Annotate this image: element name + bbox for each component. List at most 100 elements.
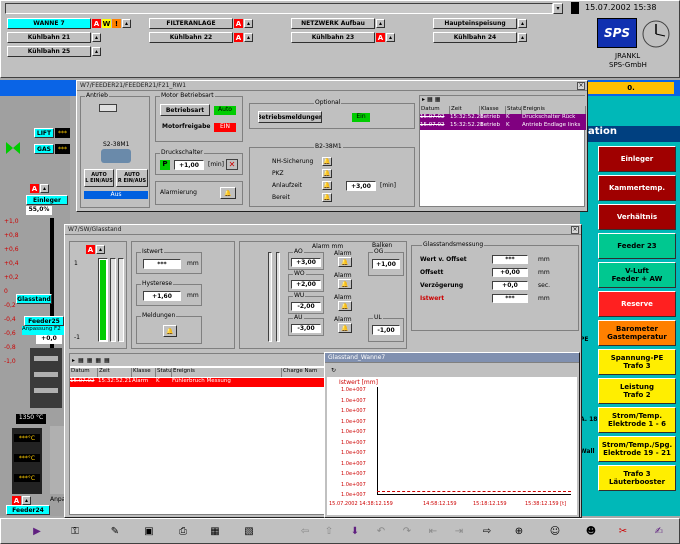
glasstand-button[interactable]: Glasstand [16, 294, 52, 304]
einleger-button[interactable]: Einleger [26, 195, 68, 205]
refresh-icon[interactable]: ↻ [331, 367, 336, 374]
auto-l-button[interactable]: AUTO L EIN/AUS [84, 169, 114, 187]
tab-k21-more[interactable]: ▴ [92, 33, 101, 42]
nav-button[interactable]: Einleger [598, 146, 676, 172]
bell-icon[interactable]: 🔔 [338, 323, 352, 333]
dropdown-button[interactable]: ▾ [553, 3, 563, 14]
toolbar-icon[interactable]: ▦ [87, 357, 93, 364]
nav-button[interactable]: V-Luft Feeder + AW [598, 262, 676, 288]
arrow-left-icon[interactable]: ⇦ [297, 523, 313, 539]
measure-value[interactable]: +0,00 [492, 268, 528, 277]
og-value[interactable]: +1,00 [372, 259, 400, 269]
table-row[interactable]: 15.07.02 15:32:52.21 Betrieb K Antrieb E… [420, 122, 586, 130]
bell-icon[interactable]: 🔔 [322, 181, 332, 190]
limit-value[interactable]: +3,00 [291, 258, 321, 267]
close-icon[interactable]: × [571, 226, 579, 234]
tab-kuehlbahn23[interactable]: Kühlbahn 23 [291, 32, 375, 43]
column-header[interactable]: Status [506, 106, 522, 114]
column-header[interactable]: Zeit [450, 106, 480, 114]
undo-icon[interactable]: ↶ [373, 523, 389, 539]
tab-filteranlage[interactable]: FILTERANLAGE [149, 18, 233, 29]
tab-kuehlbahn21[interactable]: Kühlbahn 21 [7, 32, 91, 43]
column-header[interactable]: Datum [70, 368, 98, 377]
bell-icon[interactable]: 🔔 [338, 257, 352, 267]
tab-kuehlbahn25[interactable]: Kühlbahn 25 [7, 46, 91, 57]
tab-haupteinspeisung[interactable]: Haupteinspeisung [433, 18, 517, 29]
column-header[interactable]: Status [156, 368, 172, 377]
ul-value[interactable]: -1,00 [372, 325, 400, 335]
column-header[interactable]: Ereignis [172, 368, 282, 377]
toolbar-icon[interactable]: ▦ [104, 357, 110, 364]
column-header[interactable]: Ereignis [522, 106, 586, 114]
people-icon[interactable]: ☺ [547, 523, 563, 539]
nav-button[interactable]: Reserve [598, 291, 676, 317]
sign-icon[interactable]: ✍ [651, 523, 667, 539]
zoom-icon[interactable]: ⊕ [511, 523, 527, 539]
tab-netzwerk[interactable]: NETZWERK Aufbau [291, 18, 375, 29]
limit-value[interactable]: -3,00 [291, 324, 321, 333]
tab-k23-more[interactable]: ▴ [386, 33, 395, 42]
measure-value[interactable]: +0,0 [492, 281, 528, 290]
nav-button[interactable]: Kammertemp. [598, 175, 676, 201]
forward-icon[interactable]: ⇥ [451, 523, 467, 539]
arrow-down-icon[interactable]: ⬇ [347, 523, 363, 539]
bell-icon[interactable]: 🔔 [338, 301, 352, 311]
nav-button[interactable]: Trafo 3 Läuterbooster [598, 465, 676, 491]
nav-button[interactable]: Strom/Temp. Elektrode 1 - 6 [598, 407, 676, 433]
tab-wanne7-more[interactable]: ▴ [122, 19, 131, 28]
nav-button[interactable]: Spannung-PE Trafo 3 [598, 349, 676, 375]
level-more[interactable]: ▴ [96, 245, 105, 254]
back-icon[interactable]: ⇤ [425, 523, 441, 539]
bell-icon[interactable]: 🔔 [163, 325, 177, 337]
einleger-more[interactable]: ▴ [40, 184, 49, 193]
betriebsmeldungen-button[interactable]: Betriebsmeldungen [258, 111, 322, 123]
arrow-up-icon[interactable]: ⇧ [321, 523, 337, 539]
toolbar-icon[interactable]: ▦ [78, 357, 84, 364]
druck-value[interactable]: +1,00 [174, 160, 204, 170]
tab-kuehlbahn24[interactable]: Kühlbahn 24 [433, 32, 517, 43]
tab-netzwerk-more[interactable]: ▴ [376, 19, 385, 28]
tab-k22-more[interactable]: ▴ [244, 33, 253, 42]
nav-button[interactable]: Barometer Gastemperatur [598, 320, 676, 346]
window-icon[interactable]: ▣ [141, 523, 157, 539]
betriebsart-button[interactable]: Betriebsart [160, 104, 210, 116]
table-row[interactable]: 15.07.02 15:32:52.21 Alarm K Fühlerbruch… [70, 378, 326, 387]
bell-icon[interactable]: 🔔 [220, 187, 236, 199]
bell-icon[interactable]: 🔔 [322, 169, 332, 178]
print-icon[interactable]: ⎙ [175, 523, 191, 539]
key-icon[interactable]: ⚿ [67, 523, 83, 539]
bell-icon[interactable]: 🔔 [322, 157, 332, 166]
anlauf-value[interactable]: +3,00 [346, 181, 376, 191]
grid-icon[interactable]: ▦ [207, 523, 223, 539]
edit-icon[interactable]: ✎ [107, 523, 123, 539]
tab-k25-more[interactable]: ▴ [92, 47, 101, 56]
toolbar-icon[interactable]: ▦ [95, 357, 101, 364]
auto-r-button[interactable]: AUTO R EIN/AUS [116, 169, 148, 187]
toolbar-icon[interactable]: ▸ [72, 357, 75, 364]
nav-button[interactable]: Verhältnis [598, 204, 676, 230]
tab-k24-more[interactable]: ▴ [518, 33, 527, 42]
bell-icon[interactable]: 🔔 [322, 193, 332, 202]
feeder24-more[interactable]: ▴ [22, 496, 31, 505]
feeder24-button[interactable]: Feeder24 [6, 505, 50, 515]
play-icon[interactable]: ▶ [29, 523, 45, 539]
users-icon[interactable]: ☻ [583, 523, 599, 539]
arrow-right-icon[interactable]: ⇨ [479, 523, 495, 539]
limit-value[interactable]: +2,00 [291, 280, 321, 289]
feeder25-button[interactable]: Feeder25 [24, 316, 64, 326]
column-header[interactable]: Klasse [480, 106, 506, 114]
bell-icon[interactable]: 🔔 [338, 279, 352, 289]
toolbar-icon[interactable]: ▸ [422, 96, 425, 106]
column-header[interactable]: Charge Nam [282, 368, 326, 377]
tab-kuehlbahn22[interactable]: Kühlbahn 22 [149, 32, 233, 43]
toolbar-icon[interactable]: ▦ [435, 96, 441, 106]
tab-wanne7[interactable]: WANNE 7 [7, 18, 91, 29]
table-row[interactable]: 15.07.02 15:32:52.21 Betrieb K Druckscha… [420, 114, 586, 122]
column-header[interactable]: Klasse [132, 368, 156, 377]
hysterese-value[interactable]: +1,60 [143, 291, 181, 301]
toolbar-icon[interactable]: ▦ [427, 96, 433, 106]
column-header[interactable]: Datum [420, 106, 450, 114]
tool-icon[interactable]: ✂ [615, 523, 631, 539]
nav-button[interactable]: Leistung Trafo 2 [598, 378, 676, 404]
gas-button[interactable]: GAS [34, 144, 54, 154]
